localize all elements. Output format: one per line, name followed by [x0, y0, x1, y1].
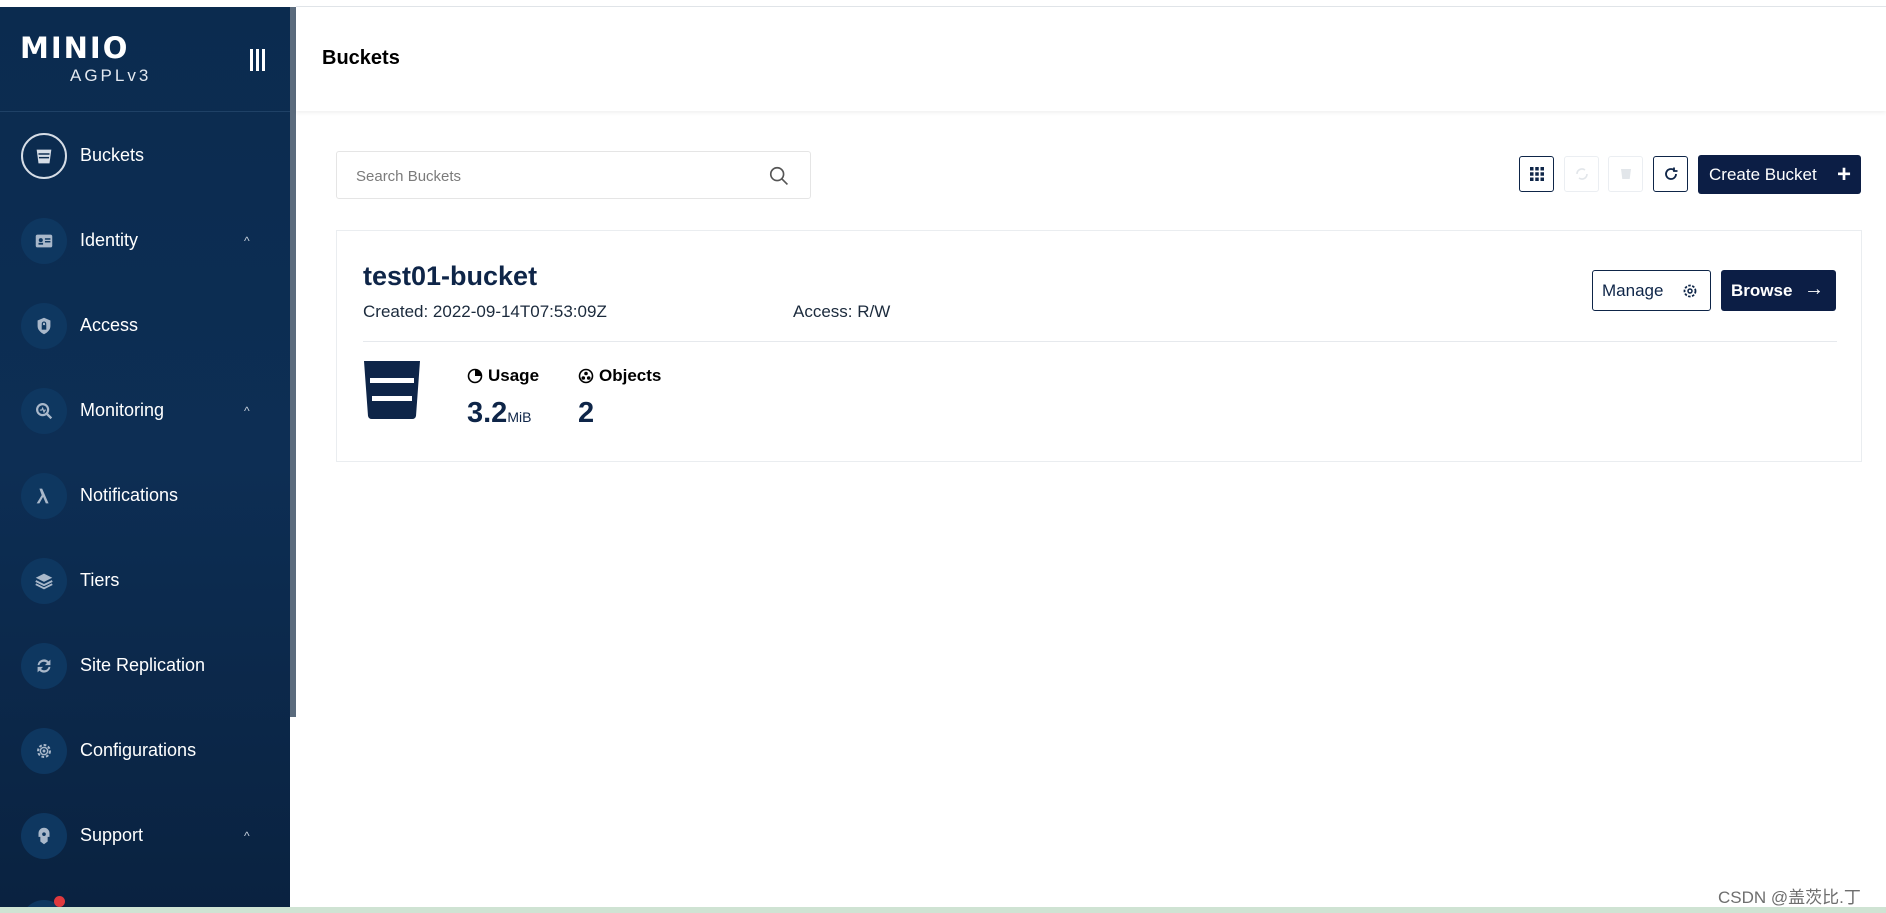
sidebar-item-label: Tiers: [80, 570, 120, 590]
search-icon[interactable]: [768, 165, 790, 187]
replication-icon: [1575, 168, 1588, 180]
page-title: Buckets: [322, 47, 400, 69]
objects-icon: [578, 368, 594, 384]
lifecycle-icon: [1620, 169, 1631, 179]
set-lifecycle-button[interactable]: [1608, 156, 1643, 192]
sidebar-item-label: Configurations: [80, 740, 197, 760]
usage-label: Usage: [467, 366, 539, 386]
sidebar-item-identity[interactable]: Identity ^: [0, 198, 290, 283]
bucket-icon: [364, 361, 420, 420]
monitoring-search-icon: [21, 387, 67, 434]
lambda-icon: [21, 472, 67, 519]
grid-icon: [1529, 167, 1544, 181]
plus-icon: +: [1836, 161, 1851, 188]
sidebar-item-monitoring[interactable]: Monitoring ^: [0, 368, 290, 453]
sidebar: MINIO AGPLv3 Buckets Identity ^ Access M…: [0, 7, 290, 913]
bottom-strip: [0, 907, 1886, 913]
usage-number: 3.2: [467, 397, 508, 429]
lock-shield-icon: [21, 302, 67, 349]
sidebar-item-site-replication[interactable]: Site Replication: [0, 623, 290, 708]
sidebar-item-tiers[interactable]: Tiers: [0, 538, 290, 623]
sidebar-item-support[interactable]: Support ^: [0, 793, 290, 878]
manage-label: Manage: [1602, 280, 1664, 300]
sidebar-item-label: Buckets: [80, 145, 145, 165]
sidebar-item-configurations[interactable]: Configurations: [0, 708, 290, 793]
gear-icon: [21, 727, 67, 774]
sidebar-item-label: Notifications: [80, 485, 179, 505]
usage-value: 3.2MiB: [467, 397, 531, 430]
sidebar-item-buckets[interactable]: Buckets: [0, 113, 290, 198]
manage-button[interactable]: Manage: [1592, 270, 1711, 311]
bucket-card[interactable]: test01-bucket Created: 2022-09-14T07:53:…: [336, 230, 1862, 462]
logo-area: MINIO AGPLv3: [0, 7, 290, 112]
search-box: [336, 151, 811, 199]
arrow-right-icon: →: [1804, 278, 1824, 300]
support-icon: [21, 812, 67, 859]
select-multiple-button[interactable]: [1519, 156, 1554, 192]
pie-chart-icon: [467, 368, 483, 384]
bucket-created-date: Created: 2022-09-14T07:53:09Z: [363, 302, 607, 321]
create-bucket-label: Create Bucket: [1709, 164, 1817, 184]
search-input[interactable]: [356, 164, 756, 188]
sidebar-nav: Buckets Identity ^ Access Monitoring ^ N…: [0, 113, 290, 878]
browse-button[interactable]: Browse →: [1721, 270, 1836, 311]
card-divider: [363, 341, 1837, 342]
notification-badge: [54, 896, 65, 907]
bucket-name[interactable]: test01-bucket: [363, 261, 537, 292]
page-header: Buckets: [296, 7, 1886, 111]
usage-label-text: Usage: [488, 366, 540, 385]
objects-value: 2: [578, 397, 595, 429]
bucket-icon: [21, 132, 67, 179]
set-replication-button[interactable]: [1564, 156, 1599, 192]
refresh-icon: [1664, 167, 1677, 180]
sidebar-item-label: Site Replication: [80, 655, 206, 675]
minio-logo: MINIO: [20, 31, 130, 65]
gear-icon: [1683, 284, 1697, 298]
watermark: CSDN @盖茨比.丁: [1718, 888, 1861, 907]
chevron-up-icon[interactable]: ^: [244, 404, 250, 418]
license-label: AGPLv3: [70, 66, 152, 85]
sync-icon: [21, 642, 67, 689]
bucket-access: Access: R/W: [793, 302, 891, 321]
sidebar-item-access[interactable]: Access: [0, 283, 290, 368]
sidebar-item-label: Access: [80, 315, 139, 335]
chevron-up-icon[interactable]: ^: [244, 829, 250, 843]
create-bucket-button[interactable]: Create Bucket +: [1698, 155, 1861, 194]
objects-label: Objects: [578, 366, 661, 386]
sidebar-item-label: Support: [80, 825, 144, 845]
sidebar-item-label: Monitoring: [80, 400, 165, 420]
chevron-up-icon[interactable]: ^: [244, 234, 250, 248]
refresh-button[interactable]: [1653, 156, 1688, 192]
collapse-sidebar-button[interactable]: [250, 49, 270, 71]
sidebar-scrollbar[interactable]: [290, 7, 296, 717]
sidebar-item-label: Identity: [80, 230, 139, 250]
sidebar-item-notifications[interactable]: Notifications: [0, 453, 290, 538]
layers-icon: [21, 557, 67, 604]
objects-label-text: Objects: [599, 366, 662, 385]
browse-label: Browse: [1731, 280, 1793, 300]
usage-unit: MiB: [507, 409, 532, 425]
identity-card-icon: [21, 217, 67, 264]
